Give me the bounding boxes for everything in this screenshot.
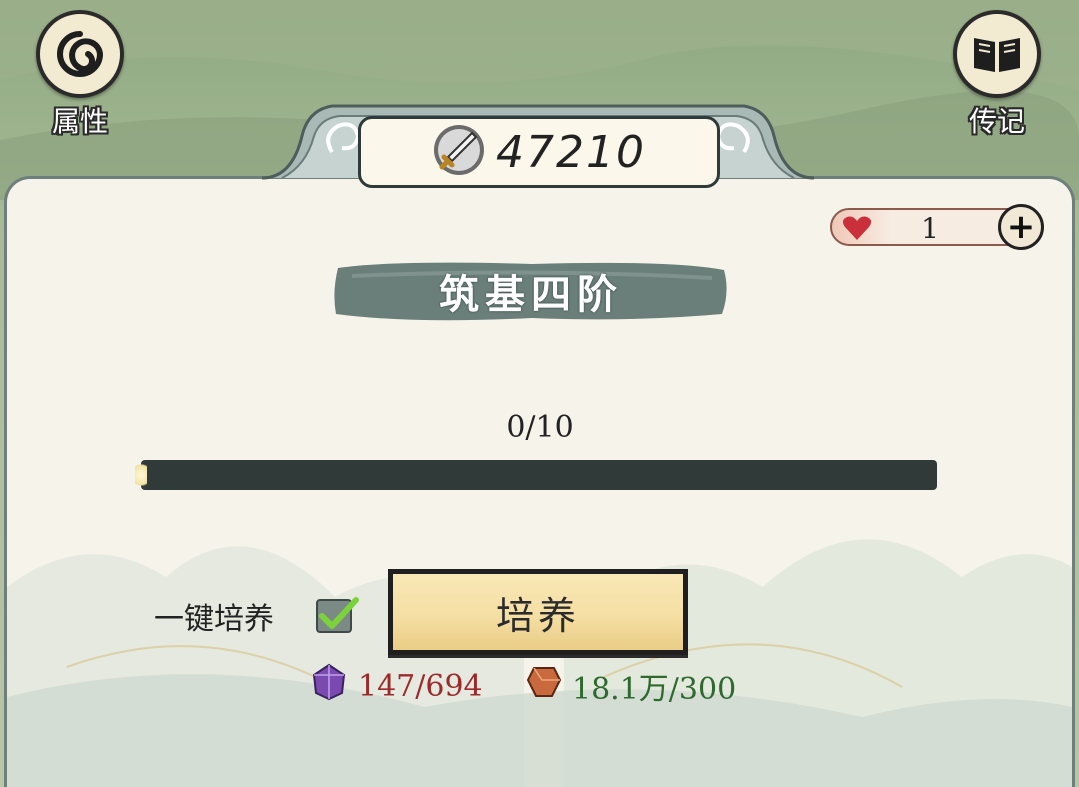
- auto-cultivate-checkbox[interactable]: [316, 596, 359, 633]
- ore-cost-value: 18.1万/300: [572, 672, 737, 707]
- biography-label: 传记: [968, 105, 1025, 138]
- lives-counter: 1 +: [830, 204, 1050, 250]
- heart-icon: [842, 215, 872, 245]
- auto-cultivate-label: 一键培养: [154, 602, 274, 637]
- combat-power-display: 47210: [358, 116, 720, 188]
- ore-cost: 18.1万/300: [526, 664, 737, 708]
- copper-ore-icon: [526, 664, 562, 708]
- sword-icon: [432, 123, 486, 181]
- cultivate-button[interactable]: 培养: [388, 569, 688, 655]
- lives-count: 1: [921, 212, 939, 245]
- attributes-label: 属性: [51, 105, 108, 138]
- book-icon: [953, 10, 1041, 98]
- purple-crystal-icon: [310, 663, 348, 709]
- rank-title: 筑基四阶: [439, 271, 623, 318]
- add-lives-button[interactable]: +: [998, 204, 1044, 250]
- crystal-cost-value: 147/694: [358, 668, 483, 704]
- combat-power-value: 47210: [496, 126, 646, 178]
- progress-label: 0/10: [506, 410, 574, 445]
- progress-glow: [135, 460, 147, 490]
- crystal-cost: 147/694: [310, 663, 483, 709]
- attributes-button[interactable]: 属性: [35, 10, 125, 138]
- swirl-icon: [36, 10, 124, 98]
- progress-bar: [135, 460, 937, 490]
- biography-button[interactable]: 传记: [952, 10, 1042, 138]
- plus-icon: +: [1006, 207, 1036, 247]
